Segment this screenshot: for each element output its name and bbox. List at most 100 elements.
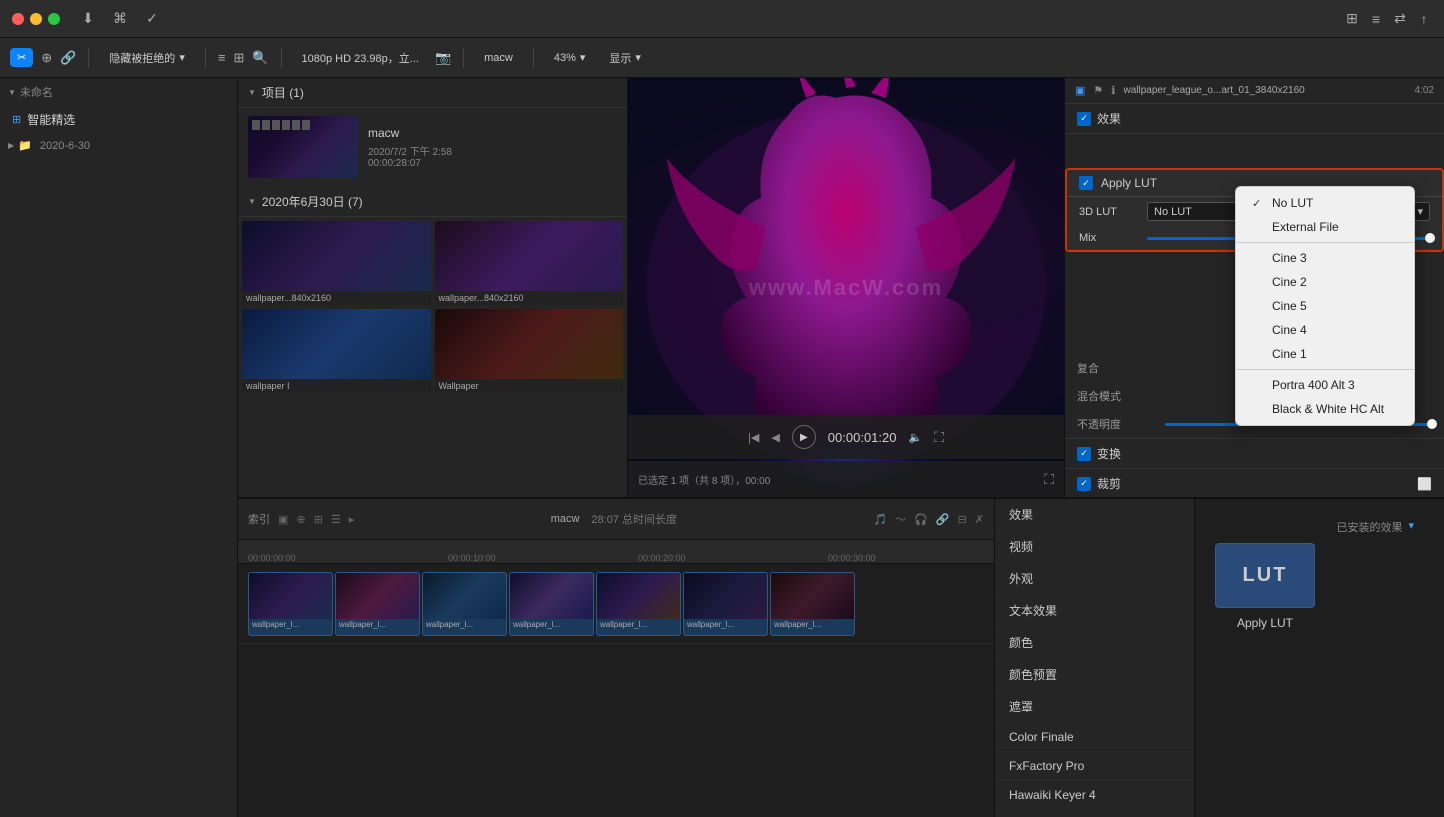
swap-icon[interactable]: ⇄ — [1392, 11, 1408, 27]
wave-icon[interactable]: 〜 — [895, 511, 906, 527]
media-browser: ▼ 项目 (1) macw 2020/7/2 下午 2:58 — [238, 78, 628, 497]
hidden-rejected-btn[interactable]: 隐藏被拒绝的 ▾ — [101, 46, 193, 70]
clip-7[interactable]: wallpaper_l... — [770, 572, 855, 636]
external-file-label: External File — [1272, 220, 1339, 234]
clip-6[interactable]: wallpaper_l... — [683, 572, 768, 636]
effects-cat-7[interactable]: Color Finale — [995, 723, 1194, 752]
step-back-icon[interactable]: ◀ — [771, 431, 779, 444]
effects-cat-0[interactable]: 效果 — [995, 499, 1194, 531]
no-lut-check: ✓ — [1252, 197, 1264, 210]
effects-cat-1[interactable]: 视频 — [995, 531, 1194, 563]
effects-title[interactable]: 效果 — [1065, 104, 1444, 133]
clip-3[interactable]: wallpaper_l... — [422, 572, 507, 636]
grid-view-icon[interactable]: ⊞ — [233, 50, 244, 66]
inspector-clip-icon[interactable]: ▣ — [1075, 84, 1085, 97]
traffic-lights[interactable] — [12, 13, 60, 25]
browser-2020-header[interactable]: ▼ 2020年6月30日 (7) — [238, 187, 627, 217]
tool-icon-2[interactable]: 🔗 — [60, 50, 76, 66]
clip-5[interactable]: wallpaper_l... — [596, 572, 681, 636]
effects-cat-10[interactable]: Luca's Light Kit — [995, 810, 1194, 817]
sidebar-header-unnamed[interactable]: ▼ 未命名 — [0, 78, 237, 106]
cine4-item[interactable]: Cine 4 — [1236, 318, 1414, 342]
index-label[interactable]: 索引 — [248, 511, 270, 527]
key-icon[interactable]: ⌘ — [112, 11, 128, 27]
sidebar-header-2020[interactable]: ▶ 📁 2020-6-30 — [0, 133, 237, 158]
zoom-btn[interactable]: 43% ▾ — [546, 47, 594, 68]
list-view-icon[interactable]: ≡ — [218, 50, 226, 65]
skimmer-icon[interactable]: ✗ — [975, 513, 984, 526]
timeline-icon-2[interactable]: ⊕ — [296, 513, 305, 526]
timeline-icon-4[interactable]: ☰ — [331, 513, 341, 526]
opacity-thumb[interactable] — [1427, 419, 1437, 429]
grid-item-2[interactable]: wallpaper...840x2160 — [435, 221, 624, 305]
smart-collection-label: 智能精选 — [27, 111, 75, 128]
browser-projects-header[interactable]: ▼ 项目 (1) — [238, 78, 627, 108]
effects-cat-2[interactable]: 外观 — [995, 563, 1194, 595]
cine3-item[interactable]: Cine 3 — [1236, 246, 1414, 270]
external-file-item[interactable]: External File — [1236, 215, 1414, 239]
snap-icon[interactable]: ⊟ — [958, 513, 967, 526]
list-icon[interactable]: ≡ — [1368, 11, 1384, 27]
grid-icon[interactable]: ⊞ — [1344, 11, 1360, 27]
resolution-btn[interactable]: 1080p HD 23.98p，立... — [294, 46, 427, 70]
timeline-project-name: macw — [551, 513, 580, 525]
inspector-info-icon[interactable]: ℹ — [1111, 84, 1115, 97]
audio-icon[interactable]: 🎵 — [873, 513, 887, 526]
active-tool-badge[interactable]: ✂ — [10, 48, 33, 67]
camera-icon[interactable]: 📷 — [435, 50, 451, 66]
timeline-icon-3[interactable]: ⊞ — [314, 513, 323, 526]
fullscreen-icon[interactable]: ⛶ — [1044, 471, 1054, 488]
display-btn[interactable]: 显示 ▾ — [601, 46, 649, 70]
effects-cat-6[interactable]: 遮罩 — [995, 691, 1194, 723]
play-button[interactable]: ▶ — [792, 425, 816, 449]
upload-icon[interactable]: ↑ — [1416, 11, 1432, 27]
download-icon[interactable]: ⬇ — [80, 11, 96, 27]
installed-arrow[interactable]: ▾ — [1408, 519, 1414, 535]
close-button[interactable] — [12, 13, 24, 25]
cine5-item[interactable]: Cine 5 — [1236, 294, 1414, 318]
cine2-item[interactable]: Cine 2 — [1236, 270, 1414, 294]
bw-item[interactable]: Black & White HC Alt — [1236, 397, 1414, 421]
timeline-icon-5[interactable]: ▸ — [349, 513, 355, 526]
clip-7-thumb — [771, 573, 854, 619]
effects-cat-5[interactable]: 颜色预置 — [995, 659, 1194, 691]
mix-slider-thumb[interactable] — [1425, 233, 1435, 243]
media-item-macw[interactable]: macw 2020/7/2 下午 2:58 00:00:28:07 — [238, 108, 627, 187]
transform-title[interactable]: 变换 — [1065, 439, 1444, 468]
effects-cat-9[interactable]: Hawaiki Keyer 4 — [995, 781, 1194, 810]
grid-item-1[interactable]: wallpaper...840x2160 — [242, 221, 431, 305]
link-icon[interactable]: 🔗 — [936, 513, 950, 526]
check-icon[interactable]: ✓ — [144, 11, 160, 27]
skip-back-icon[interactable]: |◀ — [748, 431, 759, 444]
crop-checkbox[interactable] — [1077, 477, 1091, 491]
project-name-btn[interactable]: macw — [476, 48, 521, 68]
clip-2[interactable]: wallpaper_l... — [335, 572, 420, 636]
crop-title[interactable]: 裁剪 ⬜ — [1065, 469, 1444, 497]
apply-lut-checkbox[interactable] — [1079, 176, 1093, 190]
effects-cat-8[interactable]: FxFactory Pro — [995, 752, 1194, 781]
tool-icon-1[interactable]: ⊕ — [41, 50, 52, 66]
no-lut-item[interactable]: ✓ No LUT — [1236, 191, 1414, 215]
timeline-icon-1[interactable]: ▣ — [278, 513, 288, 526]
minimize-button[interactable] — [30, 13, 42, 25]
effects-cat-3[interactable]: 文本效果 — [995, 595, 1194, 627]
grid-item-3[interactable]: wallpaper I — [242, 309, 431, 393]
transform-checkbox[interactable] — [1077, 447, 1091, 461]
cine1-item[interactable]: Cine 1 — [1236, 342, 1414, 366]
clip-1[interactable]: wallpaper_l... — [248, 572, 333, 636]
grid-item-4[interactable]: Wallpaper — [435, 309, 624, 393]
headphone-icon[interactable]: 🎧 — [914, 513, 928, 526]
inspector-flag-icon[interactable]: ⚑ — [1093, 84, 1103, 97]
maximize-button[interactable] — [48, 13, 60, 25]
effects-cat-4[interactable]: 颜色 — [995, 627, 1194, 659]
effects-checkbox[interactable] — [1077, 112, 1091, 126]
bw-label: Black & White HC Alt — [1272, 402, 1384, 416]
expand-preview-icon[interactable]: ⛶ — [934, 429, 944, 446]
portra-item[interactable]: Portra 400 Alt 3 — [1236, 373, 1414, 397]
clip-3-label: wallpaper_l... — [423, 619, 506, 630]
sidebar-item-smart-collection[interactable]: ⊞ 智能精选 — [0, 106, 237, 133]
clip-4[interactable]: wallpaper_l... — [509, 572, 594, 636]
search-icon[interactable]: 🔍 — [252, 50, 268, 66]
mute-icon[interactable]: 🔈 — [908, 431, 922, 444]
installed-header: 已安装的效果 ▾ — [1215, 519, 1424, 535]
